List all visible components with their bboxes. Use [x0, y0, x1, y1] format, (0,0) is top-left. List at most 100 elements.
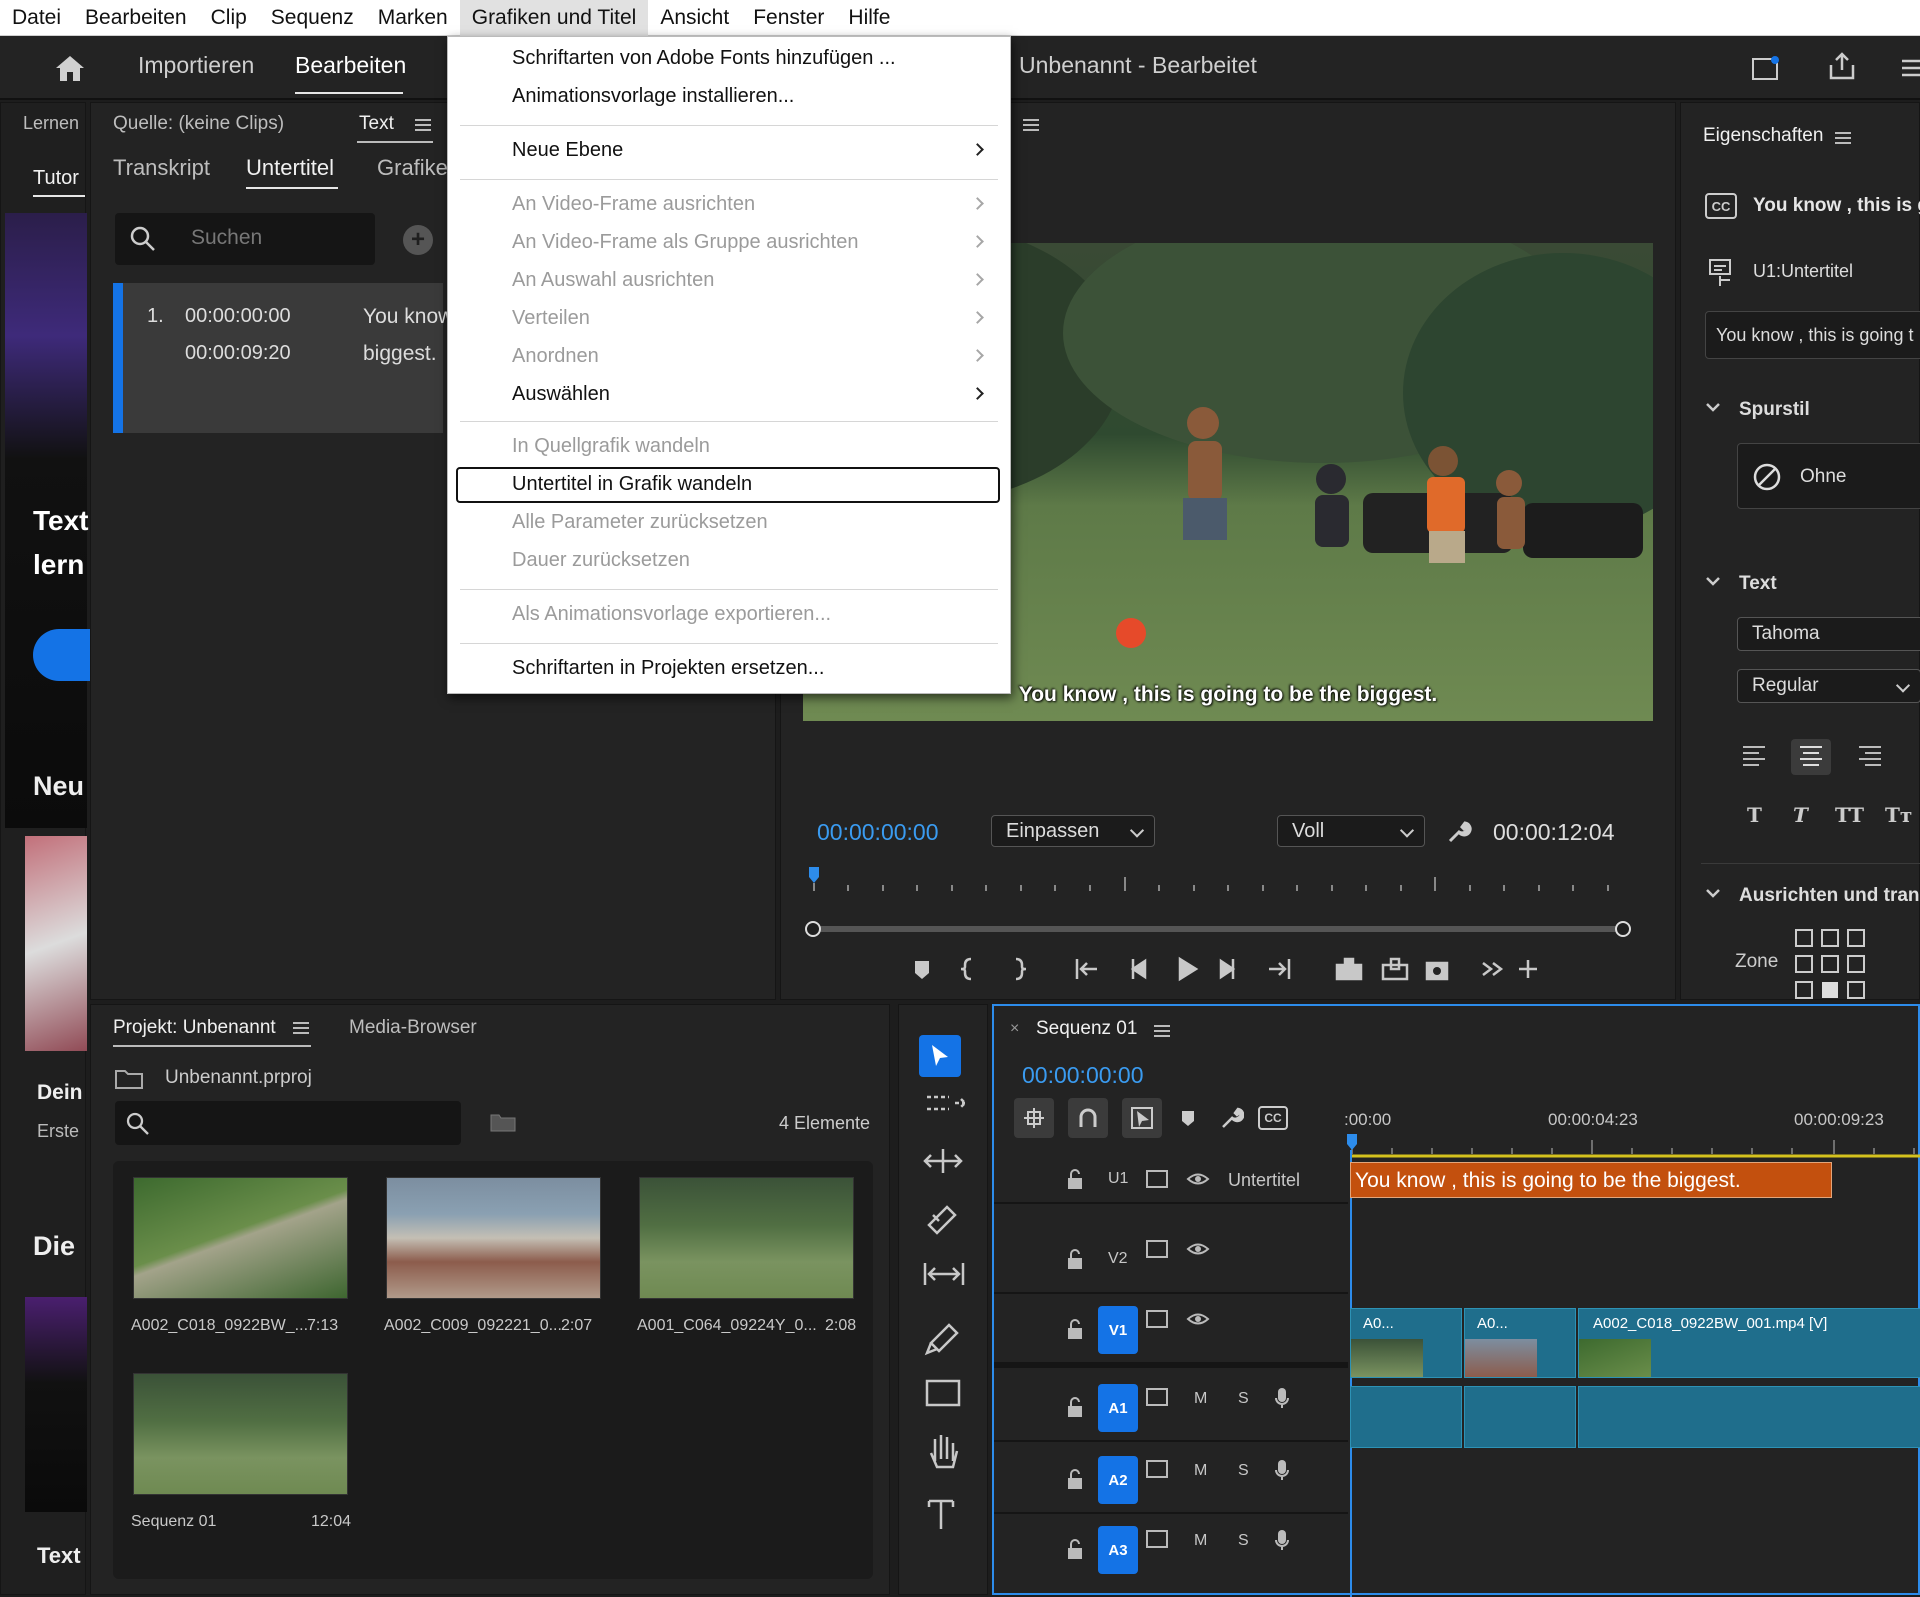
fit-dropdown[interactable]: Einpassen — [991, 815, 1155, 847]
tab-tutorials[interactable]: Tutor — [33, 167, 79, 190]
tutorial-thumbnail[interactable] — [25, 836, 87, 1051]
audio-clip-1[interactable] — [1350, 1386, 1462, 1448]
chevron-down-icon[interactable] — [1703, 883, 1723, 903]
panel-menu-icon[interactable] — [1833, 127, 1853, 149]
lock-icon[interactable] — [1066, 1318, 1086, 1342]
captions-icon[interactable]: CC — [1258, 1106, 1288, 1130]
menu-grafiken-und-titel[interactable]: Grafiken und Titel — [459, 0, 649, 36]
lock-icon[interactable] — [1066, 1538, 1086, 1562]
menu-item-install-template[interactable]: Animationsvorlage installieren... — [512, 81, 794, 111]
menu-item-add-adobe-fonts[interactable]: Schriftarten von Adobe Fonts hinzufügen … — [512, 43, 896, 73]
eye-icon[interactable] — [1186, 1240, 1210, 1260]
panel-menu-icon[interactable] — [1152, 1020, 1172, 1042]
eye-icon[interactable] — [1186, 1170, 1210, 1190]
video-clip-2[interactable]: A0... — [1464, 1308, 1576, 1378]
tab-quelle[interactable]: Quelle: (keine Clips) — [113, 113, 284, 135]
microphone-icon[interactable] — [1274, 1528, 1292, 1554]
project-search-field[interactable] — [115, 1101, 461, 1145]
timeline-settings-icon[interactable] — [1218, 1104, 1246, 1132]
chevron-down-icon[interactable] — [1703, 571, 1723, 591]
lock-icon[interactable] — [1066, 1248, 1086, 1272]
audio-clip-2[interactable] — [1464, 1386, 1576, 1448]
menu-bearbeiten[interactable]: Bearbeiten — [73, 0, 199, 36]
hamburger-icon[interactable] — [1900, 50, 1920, 86]
tab-sequenz[interactable]: Sequenz 01 — [1036, 1018, 1137, 1040]
timeline-timecode[interactable]: 00:00:00:00 — [1022, 1062, 1144, 1089]
clip-thumbnail-3[interactable] — [639, 1177, 854, 1299]
track-target-a2[interactable]: A2 — [1098, 1456, 1138, 1504]
share-icon[interactable] — [1824, 48, 1860, 84]
wrench-icon[interactable] — [1441, 815, 1477, 849]
sync-lock-icon[interactable] — [1146, 1460, 1168, 1478]
sync-lock-icon[interactable] — [1146, 1530, 1168, 1548]
menu-marken[interactable]: Marken — [366, 0, 460, 36]
panel-menu-icon[interactable] — [291, 1017, 311, 1039]
audio-clip-3[interactable] — [1578, 1386, 1920, 1448]
add-marker-icon[interactable] — [1174, 1104, 1202, 1132]
menu-fenster[interactable]: Fenster — [741, 0, 836, 36]
chevron-down-icon[interactable] — [1703, 397, 1723, 417]
menu-datei[interactable]: Datei — [0, 0, 73, 36]
mute-button-a1[interactable]: M — [1194, 1390, 1207, 1408]
bold-icon[interactable]: T — [1747, 803, 1762, 827]
section-spurstil[interactable]: Spurstil — [1739, 399, 1810, 421]
track-target-v1[interactable]: V1 — [1098, 1306, 1138, 1354]
mute-button-a2[interactable]: M — [1194, 1462, 1207, 1480]
menu-ansicht[interactable]: Ansicht — [648, 0, 741, 36]
home-icon[interactable] — [50, 50, 90, 86]
zone-grid[interactable] — [1793, 927, 1867, 1001]
tab-lernen[interactable]: Lernen — [23, 113, 79, 134]
tab-text[interactable]: Text — [359, 113, 394, 135]
tab-bearbeiten[interactable]: Bearbeiten — [295, 52, 406, 79]
tutorial-thumbnail-2[interactable] — [25, 1297, 87, 1512]
font-style-dropdown[interactable]: Regular — [1737, 669, 1920, 703]
selection-tool-icon[interactable] — [919, 1035, 961, 1077]
video-clip-1[interactable]: A0... — [1350, 1308, 1462, 1378]
menu-sequenz[interactable]: Sequenz — [259, 0, 366, 36]
caption-list-item[interactable]: 1. 00:00:00:00 00:00:09:20 You know bigg… — [113, 283, 453, 433]
new-bin-icon[interactable] — [489, 1109, 517, 1135]
menu-item-select[interactable]: Auswählen — [512, 379, 610, 409]
section-align-transform[interactable]: Ausrichten und trans — [1739, 885, 1920, 907]
nest-icon[interactable] — [1014, 1098, 1054, 1138]
mute-button-a3[interactable]: M — [1194, 1532, 1207, 1550]
quick-export-icon[interactable] — [1748, 50, 1784, 86]
lock-icon[interactable] — [1066, 1468, 1086, 1492]
menu-clip[interactable]: Clip — [199, 0, 259, 36]
sequence-thumbnail[interactable] — [133, 1373, 348, 1495]
program-timeline-ruler[interactable] — [801, 865, 1661, 965]
track-target-a3[interactable]: A3 — [1098, 1526, 1138, 1574]
menu-item-convert-captions-to-graphic[interactable]: Untertitel in Grafik wandeln — [512, 469, 752, 499]
clip-thumbnail-1[interactable] — [133, 1177, 348, 1299]
tab-projekt[interactable]: Projekt: Unbenannt — [113, 1017, 276, 1039]
playhead-timecode[interactable]: 00:00:00:00 — [817, 819, 939, 846]
lock-icon[interactable] — [1066, 1396, 1086, 1420]
download-button[interactable] — [33, 629, 93, 681]
tab-transkript[interactable]: Transkript — [113, 155, 210, 181]
timeline-ruler[interactable] — [1344, 1132, 1920, 1158]
lock-icon[interactable] — [1066, 1168, 1086, 1192]
close-icon[interactable]: × — [1010, 1020, 1019, 1038]
sync-lock-icon[interactable] — [1146, 1388, 1168, 1406]
sync-lock-icon[interactable] — [1146, 1170, 1168, 1188]
linked-selection-icon[interactable] — [1122, 1098, 1162, 1138]
track-target-a1[interactable]: A1 — [1098, 1384, 1138, 1432]
add-caption-icon[interactable]: + — [403, 225, 433, 255]
microphone-icon[interactable] — [1274, 1386, 1292, 1412]
caption-clip[interactable]: You know , this is going to be the bigge… — [1350, 1162, 1832, 1198]
solo-button-a2[interactable]: S — [1238, 1462, 1249, 1480]
all-caps-icon[interactable]: TT — [1835, 803, 1864, 827]
track-style-dropdown[interactable]: Ohne — [1737, 443, 1920, 509]
panel-menu-icon[interactable] — [413, 113, 433, 137]
section-text[interactable]: Text — [1739, 573, 1777, 595]
search-field[interactable]: Suchen — [115, 213, 375, 265]
font-dropdown[interactable]: Tahoma — [1737, 617, 1920, 651]
panel-menu-icon[interactable] — [1021, 113, 1041, 137]
tab-untertitel[interactable]: Untertitel — [246, 155, 334, 181]
tab-importieren[interactable]: Importieren — [138, 52, 254, 79]
solo-button-a1[interactable]: S — [1238, 1390, 1249, 1408]
menu-item-new-layer[interactable]: Neue Ebene — [512, 135, 623, 165]
sync-lock-icon[interactable] — [1146, 1310, 1168, 1328]
microphone-icon[interactable] — [1274, 1458, 1292, 1484]
tab-media-browser[interactable]: Media-Browser — [349, 1017, 477, 1039]
